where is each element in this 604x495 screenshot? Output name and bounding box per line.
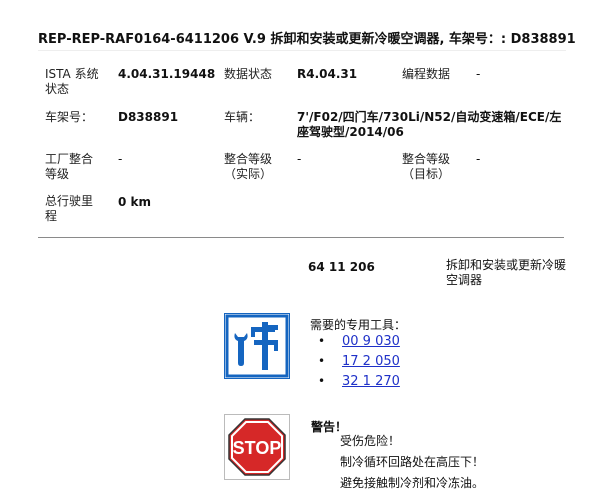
data-status-label: 数据状态: [224, 67, 273, 81]
header-divider: [38, 50, 566, 51]
data-status-value: R4.04.31: [297, 67, 358, 81]
warning-line-3: 避免接触制冷剂和冷冻油。: [340, 476, 485, 490]
section-divider: [38, 237, 564, 238]
tool-item-3[interactable]: • 32 1 270: [318, 374, 400, 389]
tool-link-2[interactable]: 17 2 050: [342, 354, 400, 369]
factory-integration-label: 工厂整合等级: [45, 152, 94, 181]
ista-status-value: 4.04.31.19448: [118, 67, 216, 81]
tool-item-2[interactable]: • 17 2 050: [318, 354, 400, 369]
warning-line-1: 受伤危险！: [340, 434, 401, 448]
stop-sign-icon: STOP: [224, 414, 290, 480]
vin-value: D838891: [118, 110, 179, 124]
integration-actual-label: 整合等级（实际）: [224, 152, 273, 181]
stop-sign-text: STOP: [233, 438, 282, 458]
integration-target-label: 整合等级（目标）: [402, 152, 451, 181]
operation-number: 64 11 206: [308, 260, 375, 274]
programming-data-value: -: [476, 67, 481, 81]
vehicle-value: 7'/F02/四门车/730Li/N52/自动变速箱/ECE/左座驾驶型/201…: [297, 110, 562, 139]
mileage-value: 0 km: [118, 195, 152, 209]
warning-line-2: 制冷循环回路处在高压下！: [340, 455, 485, 469]
factory-integration-value: -: [118, 152, 123, 166]
tool-item-1[interactable]: • 00 9 030: [318, 334, 400, 349]
integration-target-value: -: [476, 152, 481, 166]
mileage-label: 总行驶里程: [45, 194, 94, 223]
blank-area: [38, 415, 218, 495]
operation-description: 拆卸和安装或更新冷暖空调器: [446, 258, 567, 287]
vehicle-label: 车辆：: [224, 110, 261, 124]
programming-data-label: 编程数据: [402, 67, 451, 81]
document-title: REP-REP-RAF0164-6411206 V.9 拆卸和安装或更新冷暖空调…: [38, 32, 576, 47]
ista-status-label: ISTA 系统状态: [45, 67, 99, 96]
caliper-wrench-icon: [224, 313, 290, 379]
tool-link-3[interactable]: 32 1 270: [342, 374, 400, 389]
vin-label: 车架号：: [45, 110, 94, 124]
tool-link-1[interactable]: 00 9 030: [342, 334, 400, 349]
special-tools-heading: 需要的专用工具：: [310, 318, 407, 332]
integration-actual-value: -: [297, 152, 302, 166]
